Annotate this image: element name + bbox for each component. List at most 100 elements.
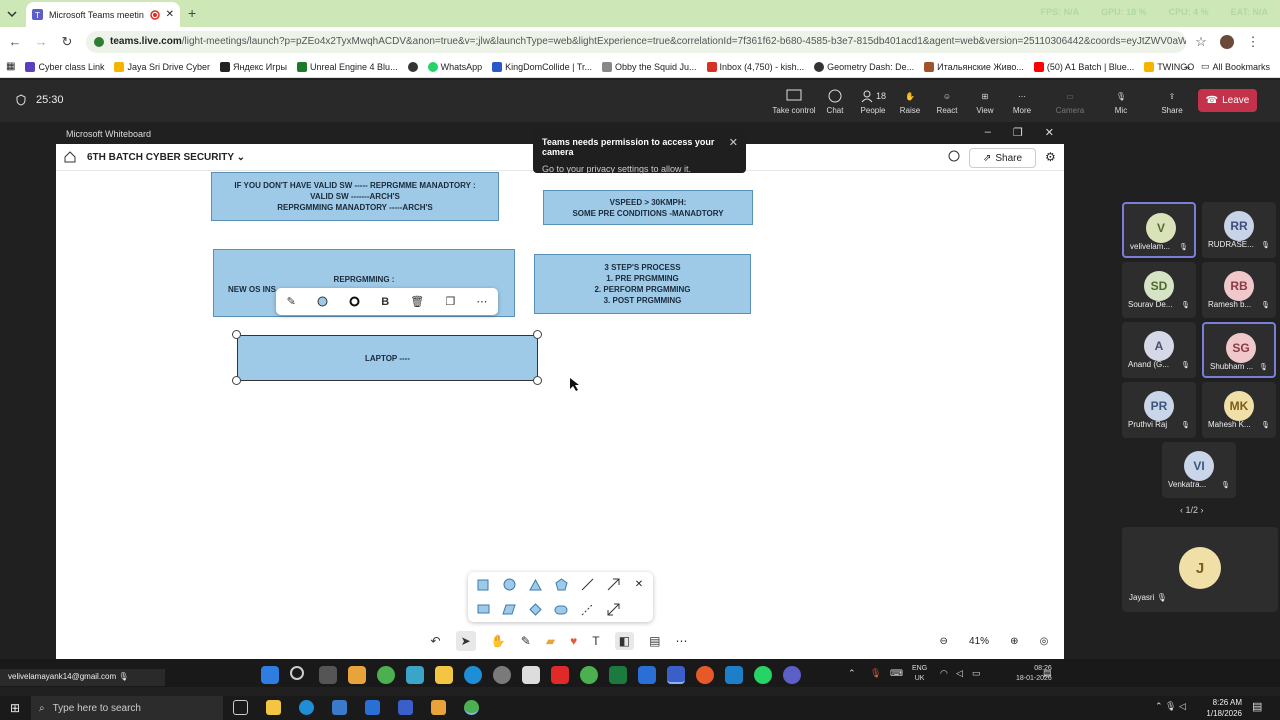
search-icon[interactable] — [290, 666, 304, 680]
bookmark-star-icon[interactable]: ☆ — [1190, 31, 1212, 53]
taskbar-clock[interactable]: 8:26 AM 1/18/2026 — [1206, 697, 1242, 719]
arrow-shape-icon[interactable] — [607, 578, 620, 591]
toast-close-icon[interactable]: ✕ — [729, 136, 738, 149]
participant-tile[interactable]: SD Sourav De... 🎙 — [1122, 262, 1196, 318]
zoom-out-icon[interactable]: ⊖ — [940, 636, 948, 647]
windows-start-icon[interactable] — [261, 666, 279, 684]
file-explorer-icon[interactable] — [266, 700, 281, 715]
keyboard-icon[interactable]: ⌨ — [890, 668, 903, 679]
youtube-icon[interactable] — [551, 666, 569, 684]
notification-icon[interactable]: ▤ — [1043, 668, 1052, 679]
participant-tile[interactable]: A Anand (G... 🎙 — [1122, 322, 1196, 378]
profile-avatar[interactable] — [1216, 31, 1238, 53]
bookmark-item[interactable]: Inbox (4,750) - kish... — [706, 61, 804, 72]
home-icon[interactable] — [64, 151, 76, 163]
all-bookmarks-button[interactable]: » ▭ All Bookmarks — [1185, 61, 1270, 72]
participant-tile[interactable]: Vvelivelam... 🎙 — [1122, 202, 1196, 258]
bookmark-item[interactable] — [407, 61, 418, 72]
chevron-up-icon[interactable]: ⌃ — [848, 668, 856, 679]
participant-pager[interactable]: ‹ 1/2 › — [1180, 505, 1204, 515]
edge-icon[interactable] — [299, 700, 314, 715]
participant-tile[interactable]: RR RUDRASE... 🎙 — [1202, 202, 1276, 258]
double-arrow-shape-icon[interactable] — [607, 603, 620, 616]
more-options-icon[interactable]: ⋯ — [476, 295, 487, 308]
taskbar-search[interactable]: ⌕ Type here to search — [31, 696, 223, 720]
chrome-icon[interactable] — [580, 666, 598, 684]
settings-icon[interactable] — [493, 666, 511, 684]
windows-start-icon[interactable]: ⊞ — [10, 701, 20, 715]
chevron-right-icon[interactable]: › — [1201, 505, 1204, 515]
bookmark-item[interactable]: Obby the Squid Ju... — [601, 61, 697, 72]
settings-gear-icon[interactable]: ⚙ — [1045, 150, 1056, 164]
task-view-icon[interactable] — [233, 700, 248, 715]
select-tool-icon[interactable]: ➤ — [455, 631, 476, 651]
share-content-button[interactable]: ⇪ Share — [1150, 86, 1194, 116]
fit-to-screen-icon[interactable]: ◎ — [1040, 636, 1049, 647]
app-icon[interactable] — [398, 700, 413, 715]
site-info-icon[interactable] — [94, 36, 104, 47]
whiteboard-share-button[interactable]: ⇗ Share — [969, 148, 1036, 168]
pen-icon[interactable]: ✎ — [287, 295, 296, 308]
parallelogram-shape-icon[interactable] — [502, 604, 516, 615]
line-shape-icon[interactable] — [581, 578, 594, 591]
app-icon[interactable] — [638, 666, 656, 684]
notification-center-icon[interactable]: ▤ — [1252, 700, 1262, 713]
teams-app-icon[interactable] — [783, 666, 801, 684]
take-control-button[interactable]: Take control — [772, 86, 816, 115]
battery-icon[interactable]: ▭ — [972, 668, 981, 679]
resize-handle[interactable] — [533, 376, 542, 385]
shapes-tool-icon[interactable]: ◧ — [614, 632, 635, 650]
triangle-shape-icon[interactable] — [528, 578, 542, 591]
close-icon[interactable]: ✕ — [1045, 126, 1054, 139]
timer-icon[interactable] — [948, 150, 960, 162]
border-icon[interactable] — [349, 296, 360, 307]
resize-handle[interactable] — [533, 330, 542, 339]
task-view-icon[interactable] — [319, 666, 337, 684]
restore-icon[interactable]: ❐ — [1013, 126, 1023, 139]
edge-icon[interactable] — [464, 666, 482, 684]
bookmark-item[interactable]: WhatsApp — [427, 61, 482, 72]
excel-icon[interactable] — [609, 666, 627, 684]
selected-sticky-note[interactable]: LAPTOP ---- — [237, 335, 538, 381]
chrome-icon[interactable] — [377, 666, 395, 684]
back-icon[interactable]: ← — [4, 31, 26, 53]
bookmark-item[interactable]: KingDomCollide | Tr... — [492, 61, 592, 72]
bookmark-item[interactable]: Geometry Dash: De... — [814, 61, 914, 72]
browser-tab-teams[interactable]: T Microsoft Teams meeting | ✕ — [26, 2, 180, 27]
close-icon[interactable]: ✕ — [635, 579, 643, 590]
mic-button[interactable]: 🎙 Mic — [1099, 86, 1143, 116]
board-name[interactable]: 6TH BATCH CYBER SECURITY ⌄ — [87, 152, 245, 163]
bookmark-item[interactable]: Cyber class Link — [25, 61, 104, 72]
mail-icon[interactable] — [365, 700, 380, 715]
tab-close-icon[interactable]: ✕ — [166, 9, 174, 20]
store-icon[interactable] — [522, 666, 540, 684]
bookmark-item[interactable]: Яндекс Игры — [220, 61, 287, 72]
address-bar[interactable]: teams.live.com/light-meetings/launch?p=p… — [86, 30, 1186, 53]
new-tab-button[interactable]: + — [188, 5, 196, 21]
bold-icon[interactable]: B — [381, 296, 389, 308]
whatsapp-icon[interactable] — [754, 666, 772, 684]
sticky-note[interactable]: IF YOU DON'T HAVE VALID SW ----- REPRGMM… — [211, 172, 499, 221]
fill-color-icon[interactable] — [317, 296, 328, 307]
wifi-icon[interactable]: ◠ — [940, 668, 948, 679]
bookmark-item[interactable]: Jaya Sri Drive Cyber — [114, 61, 210, 72]
participant-tile-large[interactable]: J Jayasri 🎙 — [1122, 527, 1278, 612]
forward-icon[interactable]: → — [30, 31, 52, 53]
diamond-shape-icon[interactable] — [528, 603, 542, 616]
undo-icon[interactable]: ↶ — [431, 634, 441, 648]
participant-tile[interactable]: MK Mahesh K... 🎙 — [1202, 382, 1276, 438]
copy-icon[interactable]: ❐ — [445, 295, 455, 308]
language-indicator[interactable]: ENG UK — [912, 664, 927, 684]
mic-icon[interactable]: 🎙 — [870, 668, 881, 679]
square-shape-icon[interactable] — [477, 579, 489, 591]
chevron-left-icon[interactable]: ‹ — [1180, 505, 1183, 515]
circle-shape-icon[interactable] — [503, 578, 516, 591]
participant-tile[interactable]: PR Pruthvi Raj 🎙 — [1122, 382, 1196, 438]
pan-hand-icon[interactable]: ✋ — [491, 634, 506, 648]
teams-icon[interactable] — [667, 666, 685, 684]
dashed-line-shape-icon[interactable] — [581, 603, 594, 616]
delete-icon[interactable]: 🗑 — [410, 295, 424, 308]
browser-menu-icon[interactable]: ⋮ — [1242, 31, 1264, 53]
bookmark-item[interactable]: Unreal Engine 4 Blu... — [297, 61, 398, 72]
chrome-icon[interactable] — [464, 700, 479, 715]
